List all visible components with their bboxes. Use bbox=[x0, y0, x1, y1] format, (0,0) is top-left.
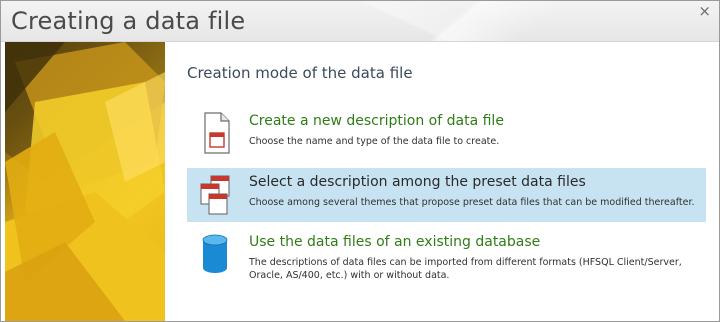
option-title: Select a description among the preset da… bbox=[249, 174, 586, 190]
dialog-window: Creating a data file × Creation mode of … bbox=[0, 0, 720, 322]
dialog-header: Creating a data file × bbox=[1, 1, 719, 42]
decorative-banner-image bbox=[5, 42, 165, 321]
database-icon bbox=[197, 232, 233, 276]
option-create-new[interactable]: Create a new description of data file Ch… bbox=[187, 107, 706, 161]
option-description: Choose among several themes that propose… bbox=[249, 197, 695, 208]
option-existing-database[interactable]: Use the data files of an existing databa… bbox=[187, 228, 706, 288]
new-file-icon bbox=[197, 111, 233, 155]
section-title: Creation mode of the data file bbox=[187, 64, 413, 82]
content-area: Creation mode of the data file Create a … bbox=[166, 42, 719, 321]
option-select-preset[interactable]: Select a description among the preset da… bbox=[187, 168, 706, 222]
option-description: Choose the name and type of the data fil… bbox=[249, 136, 500, 147]
option-title: Use the data files of an existing databa… bbox=[249, 234, 541, 250]
dialog-title: Creating a data file bbox=[11, 7, 246, 35]
close-icon[interactable]: × bbox=[698, 3, 711, 19]
option-title: Create a new description of data file bbox=[249, 113, 504, 129]
preset-files-icon bbox=[197, 172, 233, 216]
option-description: The descriptions of data files can be im… bbox=[249, 257, 682, 281]
